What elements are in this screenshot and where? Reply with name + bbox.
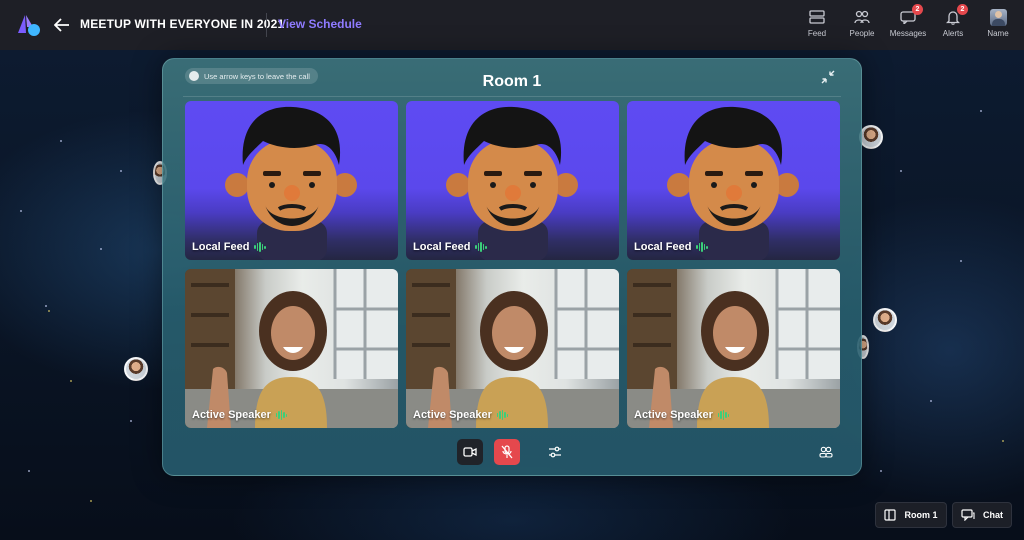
room-button-label: Room 1 xyxy=(904,510,938,520)
nav-label: People xyxy=(849,29,875,38)
nav-label: Messages xyxy=(889,29,927,38)
speaker-video-image xyxy=(406,269,619,428)
speaker-video-image xyxy=(627,269,840,428)
participant-avatar[interactable] xyxy=(124,357,148,381)
tile-label: Active Speaker xyxy=(192,409,271,421)
tile-label: Local Feed xyxy=(192,241,250,253)
nav-messages[interactable]: 2 Messages xyxy=(886,4,930,45)
camera-icon xyxy=(463,447,477,457)
people-icon xyxy=(853,9,871,25)
user-avatar xyxy=(989,8,1007,26)
messages-badge: 2 xyxy=(912,4,923,15)
nav-label: Alerts xyxy=(942,29,964,38)
nav-label: Feed xyxy=(807,29,827,38)
audio-level-icon xyxy=(496,410,509,420)
divider xyxy=(266,13,267,37)
app-logo-icon[interactable] xyxy=(16,13,42,37)
view-schedule-link[interactable]: View Schedule xyxy=(278,17,362,31)
audio-level-icon xyxy=(717,410,730,420)
back-arrow-icon[interactable] xyxy=(53,15,71,35)
nav-profile[interactable]: Name xyxy=(976,8,1020,45)
speaker-video-image xyxy=(185,269,398,428)
mic-muted-icon xyxy=(501,445,513,459)
tile-label: Local Feed xyxy=(413,241,471,253)
collapse-icon[interactable] xyxy=(821,70,835,84)
audio-level-icon xyxy=(696,242,708,252)
camera-button[interactable] xyxy=(457,439,483,465)
video-tile[interactable]: Active Speaker xyxy=(627,269,840,428)
cartoon-avatar-image xyxy=(667,106,799,260)
feed-icon xyxy=(808,9,826,25)
nav-label: Name xyxy=(987,29,1009,38)
participants-button[interactable] xyxy=(813,439,839,465)
video-tile[interactable]: Local Feed xyxy=(185,101,398,260)
divider xyxy=(183,96,841,97)
nav-feed[interactable]: Feed xyxy=(795,9,839,45)
messages-icon: 2 xyxy=(899,4,923,25)
tile-label: Active Speaker xyxy=(634,409,713,421)
nav-people[interactable]: People xyxy=(840,9,884,45)
participant-avatar[interactable] xyxy=(873,308,897,332)
chat-icon xyxy=(961,509,975,521)
room-door-icon xyxy=(884,509,897,521)
audio-level-icon xyxy=(475,242,487,252)
bell-icon: 2 xyxy=(944,4,968,25)
mute-button[interactable] xyxy=(494,439,520,465)
settings-sliders-icon xyxy=(549,446,561,458)
audio-level-icon xyxy=(254,242,266,252)
room-title: Room 1 xyxy=(482,73,542,90)
audio-level-icon xyxy=(275,410,288,420)
settings-button[interactable] xyxy=(542,439,568,465)
video-tile[interactable]: Local Feed xyxy=(627,101,840,260)
nav-alerts[interactable]: 2 Alerts xyxy=(931,4,975,45)
chat-button-label: Chat xyxy=(983,510,1003,520)
event-title: MEETUP WITH EVERYONE IN 2021 xyxy=(80,17,285,31)
video-tile[interactable]: Local Feed xyxy=(406,101,619,260)
participants-icon xyxy=(819,446,833,458)
top-bar: MEETUP WITH EVERYONE IN 2021 View Schedu… xyxy=(0,0,1024,50)
tile-label: Active Speaker xyxy=(413,409,492,421)
video-tile[interactable]: Active Speaker xyxy=(406,269,619,428)
room-panel: Use arrow keys to leave the call Room 1 … xyxy=(162,58,862,476)
alerts-badge: 2 xyxy=(957,4,968,15)
cartoon-avatar-image xyxy=(225,106,357,260)
chat-button[interactable]: Chat xyxy=(952,502,1012,528)
room-button[interactable]: Room 1 xyxy=(875,502,947,528)
participant-avatar[interactable] xyxy=(859,125,883,149)
tile-label: Local Feed xyxy=(634,241,692,253)
cartoon-avatar-image xyxy=(446,106,578,260)
video-tile[interactable]: Active Speaker xyxy=(185,269,398,428)
